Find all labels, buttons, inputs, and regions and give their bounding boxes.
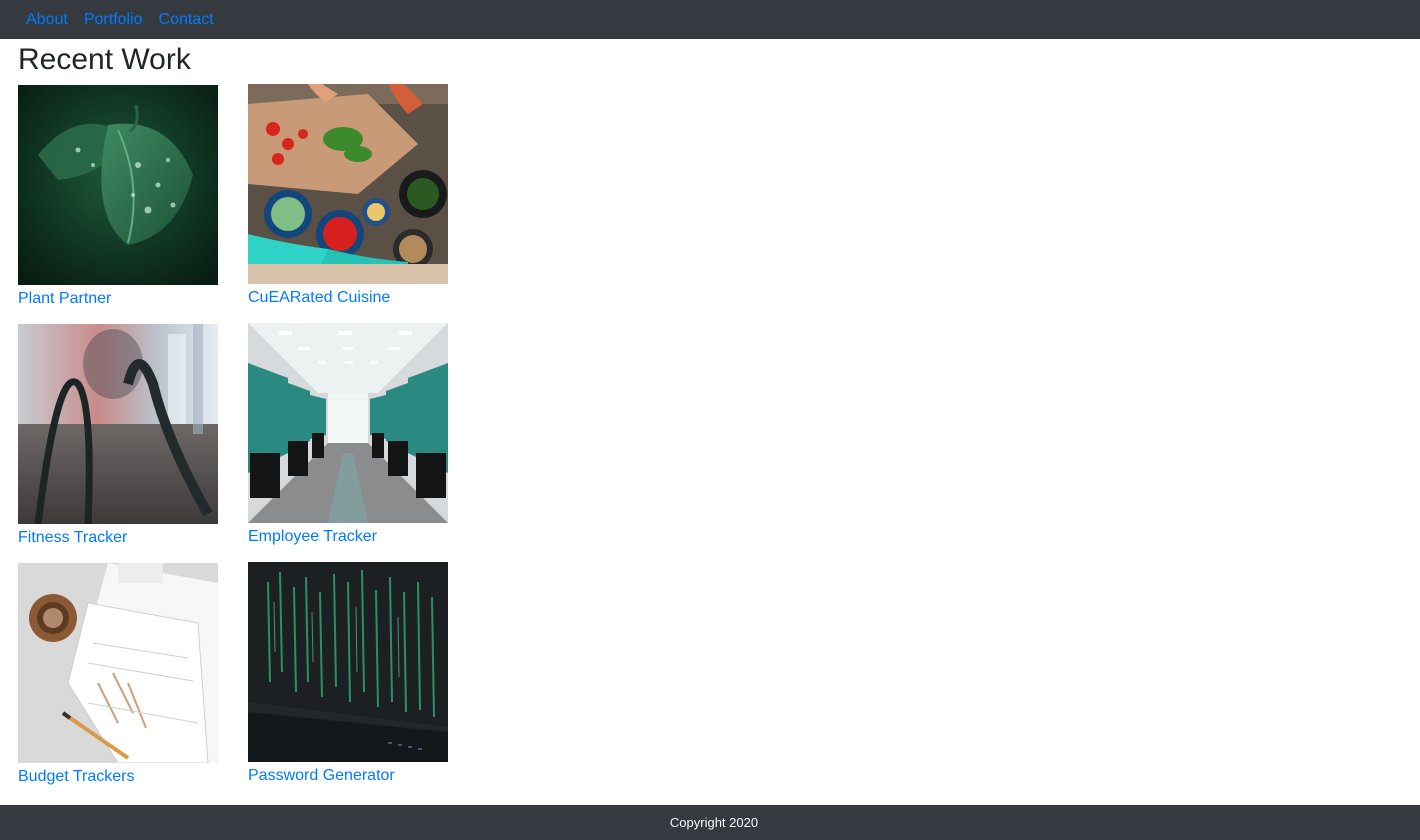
leaf-image [18, 85, 218, 285]
project-image-password-generator[interactable] [248, 562, 448, 762]
project-card-employee-tracker: Employee Tracker [248, 323, 448, 547]
project-link-employee-tracker[interactable]: Employee Tracker [248, 527, 448, 547]
project-card-cuearated-cuisine: CuEARated Cuisine [248, 84, 448, 308]
nav-link-about[interactable]: About [26, 0, 68, 39]
project-card-plant-partner: Plant Partner [18, 85, 218, 309]
papers-image [18, 563, 218, 763]
top-navbar: About Portfolio Contact [0, 0, 1420, 39]
project-image-plant-partner[interactable] [18, 85, 218, 285]
gym-rope-image [18, 324, 218, 524]
nav-link-portfolio[interactable]: Portfolio [84, 0, 143, 39]
project-link-plant-partner[interactable]: Plant Partner [18, 289, 218, 309]
nav-link-contact[interactable]: Contact [159, 0, 214, 39]
project-image-employee-tracker[interactable] [248, 323, 448, 523]
project-link-fitness-tracker[interactable]: Fitness Tracker [18, 528, 218, 548]
project-link-cuearated-cuisine[interactable]: CuEARated Cuisine [248, 288, 448, 308]
office-image [248, 323, 448, 523]
page-title: Recent Work [18, 43, 191, 76]
project-image-budget-trackers[interactable] [18, 563, 218, 763]
copyright-text: Copyright 2020 [669, 815, 759, 830]
project-link-budget-trackers[interactable]: Budget Trackers [18, 767, 218, 787]
project-card-fitness-tracker: Fitness Tracker [18, 324, 218, 548]
cooking-image [248, 84, 448, 284]
code-screen-image [248, 562, 448, 762]
project-link-password-generator[interactable]: Password Generator [248, 766, 448, 786]
project-card-password-generator: Password Generator [248, 562, 448, 786]
project-card-budget-trackers: Budget Trackers [18, 563, 218, 787]
page-footer: Copyright 2020 [0, 805, 1420, 840]
project-image-fitness-tracker[interactable] [18, 324, 218, 524]
project-image-cuearated-cuisine[interactable] [248, 84, 448, 284]
